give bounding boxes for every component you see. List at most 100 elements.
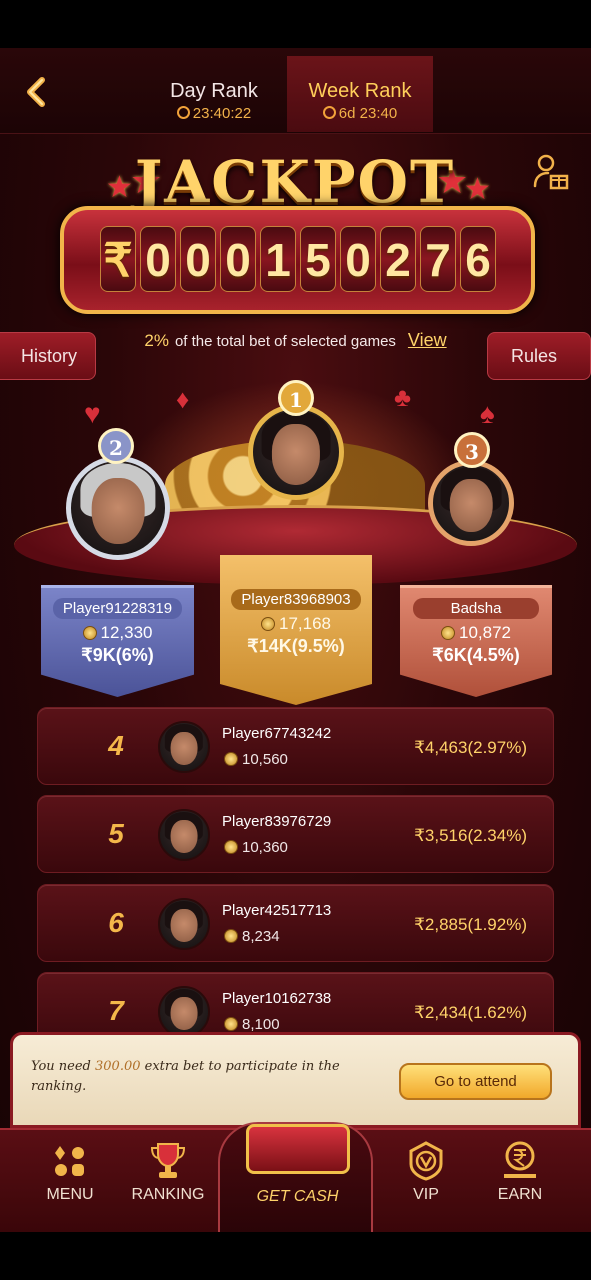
coins-value: 10,560 — [242, 751, 288, 768]
avatar-rank-1[interactable] — [248, 404, 344, 500]
club-icon: ♣ — [394, 382, 412, 412]
timer-value: 6d 23:40 — [338, 105, 398, 122]
coins-value: 17,168 — [279, 614, 331, 633]
jackpot-percent: 2% — [144, 331, 169, 350]
player-coins: 10,360 — [224, 839, 288, 856]
jackpot-digit: 0 — [340, 226, 376, 292]
coin-icon — [224, 929, 238, 943]
diamond-icon: ♦ — [176, 384, 190, 414]
spade-icon: ♠ — [480, 398, 495, 429]
app-root: Day Rank 23:40:22 Week Rank 6d 23:40 ★ ★… — [0, 0, 591, 1280]
coins-value: 10,872 — [459, 623, 511, 642]
player-name: Player67743242 — [222, 725, 332, 742]
jackpot-description: 2% of the total bet of selected games View — [0, 330, 591, 351]
player-name: Player83976729 — [222, 813, 332, 830]
timer-value: 23:40:22 — [192, 105, 252, 122]
nav-ranking[interactable]: RANKING — [118, 1140, 218, 1204]
avatar-rank-3[interactable] — [428, 460, 514, 546]
coins-value: 8,100 — [242, 1016, 280, 1032]
player-name: Badsha — [413, 598, 539, 619]
podium-card-rank-3: Badsha 10,872 ₹6K(4.5%) — [400, 585, 552, 697]
rank-3-crown-icon: 3 — [454, 432, 490, 468]
player-prize: ₹3,516(2.34%) — [414, 826, 527, 845]
player-coins: 12,330 — [41, 623, 194, 643]
nav-label: GET CASH — [256, 1188, 339, 1205]
vip-shield-icon — [409, 1141, 443, 1181]
go-to-attend-button[interactable]: Go to attend — [399, 1063, 552, 1100]
jackpot-digit: 0 — [220, 226, 256, 292]
jackpot-digit: 5 — [300, 226, 336, 292]
avatar-face — [170, 996, 198, 1031]
jackpot-digit: 7 — [420, 226, 456, 292]
nav-earn[interactable]: EARN — [470, 1140, 570, 1204]
player-name: Player91228319 — [52, 598, 183, 619]
avatar-face — [170, 731, 198, 766]
avatar-face — [271, 424, 321, 485]
attend-message: You need 300.00 extra bet to participate… — [31, 1057, 371, 1097]
player-coins: 10,872 — [400, 623, 552, 643]
player-name: Player42517713 — [222, 902, 332, 919]
jackpot-counter: ₹ 0 0 0 1 5 0 2 7 6 — [60, 206, 535, 314]
chevron-left-icon — [27, 77, 45, 107]
status-strip — [0, 0, 591, 48]
menu-grid-icon — [55, 1146, 84, 1176]
nav-menu[interactable]: MENU — [20, 1140, 120, 1204]
jackpot-description-text: of the total bet of selected games — [174, 333, 396, 350]
coins-value: 12,330 — [100, 623, 153, 642]
jackpot-digit: 2 — [380, 226, 416, 292]
header: Day Rank 23:40:22 Week Rank 6d 23:40 — [0, 48, 591, 134]
avatar-face — [170, 819, 198, 854]
tab-day-rank[interactable]: Day Rank 23:40:22 — [160, 56, 268, 132]
coin-icon — [82, 626, 97, 640]
player-coins: 17,168 — [220, 614, 372, 634]
player-coins: 8,100 — [224, 1016, 280, 1032]
rank-number: 6 — [108, 907, 124, 938]
nav-label: RANKING — [131, 1186, 205, 1203]
rank-number: 4 — [108, 730, 124, 761]
rank-number: 5 — [108, 818, 124, 849]
player-prize: ₹14K(9.5%) — [247, 636, 345, 656]
tab-label: Week Rank — [308, 80, 412, 102]
ranking-row[interactable]: 6 Player42517713 8,234 ₹2,885(1.92%) — [37, 884, 554, 962]
ranking-row[interactable]: 5 Player83976729 10,360 ₹3,516(2.34%) — [37, 795, 554, 873]
coin-icon — [224, 1017, 238, 1031]
coins-value: 8,234 — [242, 928, 280, 945]
tab-timer: 6d 23:40 — [287, 105, 433, 122]
user-gift-button[interactable] — [532, 152, 570, 192]
back-button[interactable] — [18, 72, 58, 112]
avatar-face — [91, 477, 145, 544]
player-prize: ₹6K(4.5%) — [432, 645, 520, 665]
coin-icon — [441, 626, 455, 640]
bottom-nav: MENU RANKING GET CASH VIP EARN — [0, 1122, 591, 1232]
user-gift-icon — [533, 154, 569, 190]
coins-value: 10,360 — [242, 839, 288, 856]
nav-vip[interactable]: VIP — [376, 1140, 476, 1204]
player-name: Player10162738 — [222, 990, 332, 1007]
player-coins: 8,234 — [224, 928, 280, 945]
rupee-coin-icon — [504, 1141, 536, 1178]
bottom-strip — [0, 1232, 591, 1280]
nav-get-cash[interactable]: GET CASH — [218, 1122, 373, 1232]
attend-amount: 300.00 — [95, 1059, 141, 1074]
view-link[interactable]: View — [408, 330, 447, 350]
tab-week-rank[interactable]: Week Rank 6d 23:40 — [287, 56, 433, 132]
coin-icon — [224, 752, 238, 766]
player-prize: ₹2,885(1.92%) — [414, 915, 527, 934]
podium-card-rank-2: Player91228319 12,330 ₹9K(6%) — [41, 585, 194, 697]
podium-card-rank-1: Player83968903 17,168 ₹14K(9.5%) — [220, 555, 372, 705]
attend-banner: You need 300.00 extra bet to participate… — [10, 1032, 581, 1128]
jackpot-digit: 1 — [260, 226, 296, 292]
tab-timer: 23:40:22 — [160, 105, 268, 122]
player-coins: 10,560 — [224, 751, 288, 768]
player-prize: ₹2,434(1.62%) — [414, 1003, 527, 1022]
heart-icon: ♥ — [84, 398, 101, 429]
avatar-rank-2[interactable] — [66, 456, 170, 560]
ranking-row[interactable]: 7 Player10162738 8,100 ₹2,434(1.62%) — [37, 972, 554, 1032]
coin-icon — [261, 617, 275, 631]
avatar — [158, 809, 210, 861]
avatar — [158, 986, 210, 1032]
player-prize: ₹9K(6%) — [81, 645, 154, 665]
ranking-list[interactable]: 4 Player67743242 10,560 ₹4,463(2.97%) 5 … — [37, 707, 554, 1032]
ranking-row[interactable]: 4 Player67743242 10,560 ₹4,463(2.97%) — [37, 707, 554, 785]
jackpot-digits: ₹ 0 0 0 1 5 0 2 7 6 — [84, 226, 512, 292]
